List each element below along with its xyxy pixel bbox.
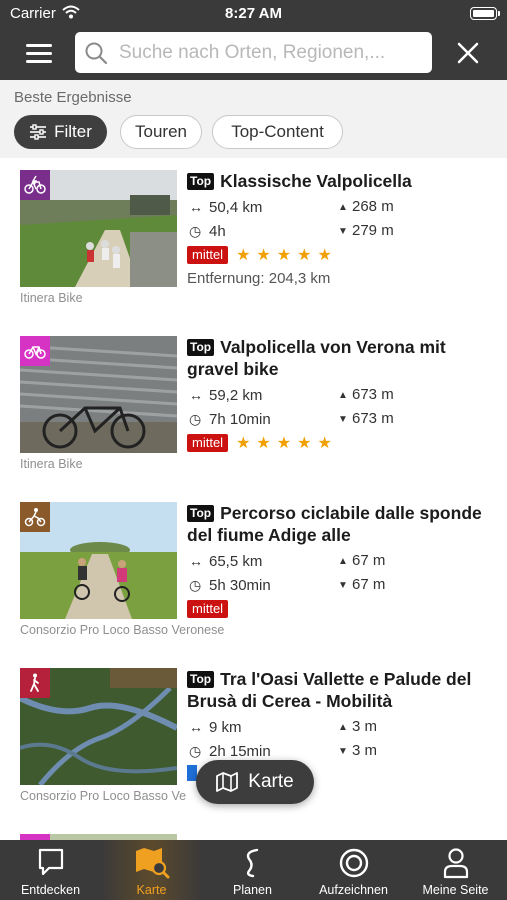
ascent-icon: ▲ <box>338 722 348 733</box>
route-icon <box>246 848 258 878</box>
difficulty-badge: mittel <box>187 434 229 452</box>
result-title-block: Top Klassische Valpolicella <box>187 170 497 192</box>
top-badge: Top <box>187 671 215 688</box>
result-title-block: Top Tra l'Oasi Vallette e Palude del Brus… <box>187 668 497 712</box>
descent-icon: ▼ <box>338 226 348 237</box>
hiker-icon <box>20 668 50 698</box>
filter-bar: Beste Ergebnisse Filter Touren Top-Conte… <box>0 80 507 158</box>
chip-top-content[interactable]: Top-Content <box>212 115 343 149</box>
duration-stat: ◷ 7h 10min <box>189 407 271 431</box>
chip-touren[interactable]: Touren <box>120 115 202 149</box>
tab-label: Karte <box>136 883 167 897</box>
tab-meine-seite[interactable]: Meine Seite <box>404 840 507 900</box>
distance-from-location: Entfernung: 204,3 km <box>187 270 331 287</box>
best-results-label: Beste Ergebnisse <box>14 89 132 106</box>
result-title: Valpolicella von Verona mit gravel bike <box>187 337 446 379</box>
distance-stat: ↔ 65,5 km <box>189 549 262 573</box>
distance-icon: ↔ <box>189 199 203 215</box>
tab-aufzeichnen[interactable]: Aufzeichnen <box>303 840 404 900</box>
status-bar: Carrier 8:27 AM <box>0 0 507 28</box>
search-header <box>0 28 507 80</box>
difficulty-badge: mittel <box>187 600 229 618</box>
record-icon <box>339 848 368 878</box>
ascent-icon: ▲ <box>338 390 348 401</box>
descent-icon: ▼ <box>338 580 348 591</box>
result-title: Tra l'Oasi Vallette e Palude del Brusà d… <box>187 669 472 711</box>
descent-stat: ▼ 673 m <box>338 407 394 431</box>
tab-entdecken[interactable]: Entdecken <box>0 840 101 900</box>
close-icon[interactable] <box>455 40 481 66</box>
result-title: Percorso ciclabile dalle sponde del fium… <box>187 503 482 545</box>
tab-label: Meine Seite <box>422 883 489 897</box>
search-input[interactable] <box>119 32 424 73</box>
clock-icon: ◷ <box>189 743 202 759</box>
top-badge: Top <box>187 505 215 522</box>
result-thumbnail <box>20 502 177 619</box>
distance-stat: ↔ 59,2 km <box>189 383 262 407</box>
result-thumbnail <box>20 336 177 453</box>
clock-icon: ◷ <box>189 223 202 239</box>
tab-label: Planen <box>233 883 272 897</box>
result-thumbnail <box>20 668 177 785</box>
show-map-button[interactable]: Karte <box>196 760 314 804</box>
filter-button[interactable]: Filter <box>14 115 107 149</box>
result-source: Itinera Bike <box>20 457 83 471</box>
result-thumbnail <box>20 170 177 287</box>
descent-stat: ▼ 3 m <box>338 739 377 763</box>
clock-icon: ◷ <box>189 577 202 593</box>
search-icon <box>85 42 108 65</box>
clock: 8:27 AM <box>225 5 282 22</box>
sliders-icon <box>30 124 47 140</box>
top-badge: Top <box>187 173 215 190</box>
distance-icon: ↔ <box>189 387 203 403</box>
cyclist-icon <box>20 502 50 532</box>
map-search-icon <box>135 848 169 879</box>
chat-bubble-icon <box>38 848 63 876</box>
ascent-stat: ▲ 268 m <box>338 195 394 219</box>
ascent-stat: ▲ 673 m <box>338 383 394 407</box>
result-source: Consorzio Pro Loco Basso Veronese <box>20 623 225 637</box>
distance-icon: ↔ <box>189 719 203 735</box>
tab-bar: Entdecken Karte Planen Aufzeichnen Meine… <box>0 840 507 900</box>
search-box[interactable] <box>75 32 432 73</box>
tab-label: Aufzeichnen <box>319 883 388 897</box>
menu-button[interactable] <box>26 41 54 65</box>
ascent-stat: ▲ 3 m <box>338 715 377 739</box>
duration-stat: ◷ 5h 30min <box>189 573 271 597</box>
distance-stat: ↔ 9 km <box>189 715 242 739</box>
result-title-block: Top Valpolicella von Verona mit gravel bi… <box>187 336 497 380</box>
person-icon <box>443 848 468 879</box>
descent-stat: ▼ 67 m <box>338 573 385 597</box>
rating-stars: ★★★★★ <box>236 435 338 452</box>
tab-karte[interactable]: Karte <box>101 840 202 900</box>
result-title: Klassische Valpolicella <box>220 171 412 191</box>
battery-icon <box>470 7 500 20</box>
ascent-icon: ▲ <box>338 202 348 213</box>
descent-icon: ▼ <box>338 414 348 425</box>
show-map-label: Karte <box>248 771 294 792</box>
bike-icon <box>20 336 50 366</box>
tab-label: Entdecken <box>20 883 81 897</box>
result-source: Itinera Bike <box>20 291 83 305</box>
rating-stars: ★★★★★ <box>236 247 338 264</box>
tab-planen[interactable]: Planen <box>202 840 303 900</box>
distance-icon: ↔ <box>189 553 203 569</box>
descent-stat: ▼ 279 m <box>338 219 394 243</box>
clock-icon: ◷ <box>189 411 202 427</box>
duration-stat: ◷ 4h <box>189 219 226 243</box>
ascent-stat: ▲ 67 m <box>338 549 385 573</box>
ascent-icon: ▲ <box>338 556 348 567</box>
top-badge: Top <box>187 339 215 356</box>
filter-label: Filter <box>54 122 92 141</box>
difficulty-badge: mittel <box>187 246 229 264</box>
ebike-icon <box>20 170 50 200</box>
result-title-block: Top Percorso ciclabile dalle sponde del f… <box>187 502 497 546</box>
result-source: Consorzio Pro Loco Basso Ve <box>20 789 187 803</box>
distance-stat: ↔ 50,4 km <box>189 195 262 219</box>
map-icon <box>216 772 239 792</box>
descent-icon: ▼ <box>338 746 348 757</box>
